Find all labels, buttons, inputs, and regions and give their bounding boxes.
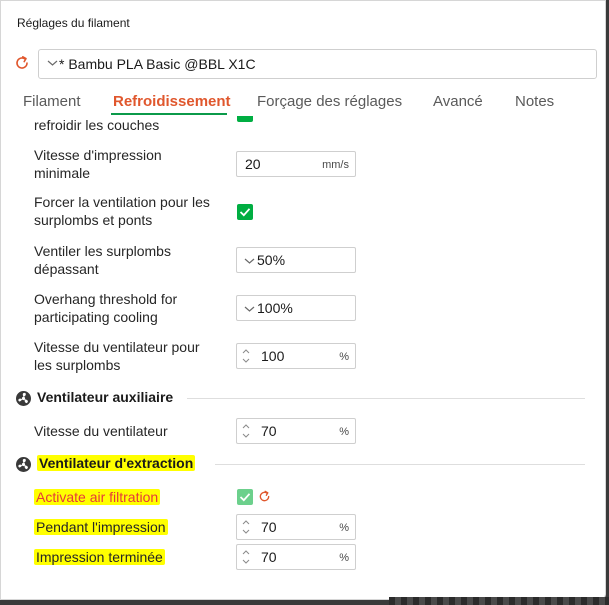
aux-fan-title: Ventilateur auxiliaire <box>37 389 174 405</box>
spin-arrows-icon[interactable] <box>241 518 251 536</box>
overhang-participating-label: Overhang threshold for participating coo… <box>34 291 178 325</box>
clipped-checkbox[interactable] <box>237 116 253 122</box>
min-print-speed-label: Vitesse d'impression minimale <box>34 147 162 181</box>
during-print-label: Pendant l'impression <box>34 519 168 535</box>
tab-bar: Filament Refroidissement Forçage des rég… <box>1 90 605 116</box>
preset-row: * Bambu PLA Basic @BBL X1C <box>13 49 597 79</box>
aux-fan-section-header: Ventilateur auxiliaire <box>15 388 595 410</box>
during-print-speed-input[interactable]: 70 % <box>236 514 356 540</box>
overhang-fan-speed-input[interactable]: 100 % <box>236 343 356 369</box>
filament-settings-window: Réglages du filament * Bambu PLA Basic @… <box>0 0 606 600</box>
overhang-threshold-select[interactable]: 50% <box>236 247 356 273</box>
tab-overrides[interactable]: Forçage des réglages <box>257 93 402 110</box>
active-tab-indicator <box>111 113 227 115</box>
spin-arrows-icon[interactable] <box>241 548 251 566</box>
overhang-threshold-label: Ventiler les surplombs dépassant <box>34 243 171 277</box>
spin-arrows-icon[interactable] <box>241 422 251 440</box>
spin-arrows-icon[interactable] <box>241 347 251 365</box>
complete-print-speed-input[interactable]: 70 % <box>236 544 356 570</box>
fan-icon <box>16 457 31 472</box>
chevron-down-icon <box>47 60 58 66</box>
air-filtration-checkbox[interactable] <box>237 489 253 505</box>
min-print-speed-input[interactable]: 20 mm/s <box>236 151 356 177</box>
window-title: Réglages du filament <box>17 16 130 30</box>
overhang-participating-select[interactable]: 100% <box>236 295 356 321</box>
section-divider <box>215 464 585 465</box>
preset-select[interactable]: * Bambu PLA Basic @BBL X1C <box>38 49 597 79</box>
complete-print-label: Impression terminée <box>34 549 165 565</box>
background-strip <box>389 597 609 605</box>
overhang-fan-speed-label: Vitesse du ventilateur pour les surplomb… <box>34 339 200 373</box>
chevron-down-icon <box>244 258 255 264</box>
aux-fan-speed-label: Vitesse du ventilateur <box>34 423 168 439</box>
chevron-down-icon <box>244 306 255 312</box>
settings-scroll-area[interactable]: refroidir les couches Vitesse d'impressi… <box>1 116 605 599</box>
clipped-setting-label: refroidir les couches <box>34 117 160 133</box>
force-overhang-cooling-label: Forcer la ventilation pour les surplombs… <box>34 194 210 228</box>
preset-name: * Bambu PLA Basic @BBL X1C <box>59 56 256 72</box>
aux-fan-speed-input[interactable]: 70 % <box>236 418 356 444</box>
tab-advanced[interactable]: Avancé <box>433 93 483 110</box>
force-overhang-cooling-checkbox[interactable] <box>237 204 253 220</box>
check-icon <box>239 208 251 217</box>
reset-icon[interactable] <box>13 54 31 72</box>
section-divider <box>187 398 585 399</box>
fan-icon <box>16 391 31 406</box>
tab-cooling[interactable]: Refroidissement <box>113 93 231 110</box>
tab-filament[interactable]: Filament <box>23 93 81 110</box>
air-filtration-label: Activate air filtration <box>34 489 161 505</box>
reset-icon[interactable] <box>257 489 272 504</box>
tab-notes[interactable]: Notes <box>515 93 554 110</box>
exhaust-fan-title: Ventilateur d'extraction <box>37 455 196 471</box>
exhaust-fan-section-header: Ventilateur d'extraction <box>15 454 595 476</box>
check-icon <box>239 493 251 502</box>
